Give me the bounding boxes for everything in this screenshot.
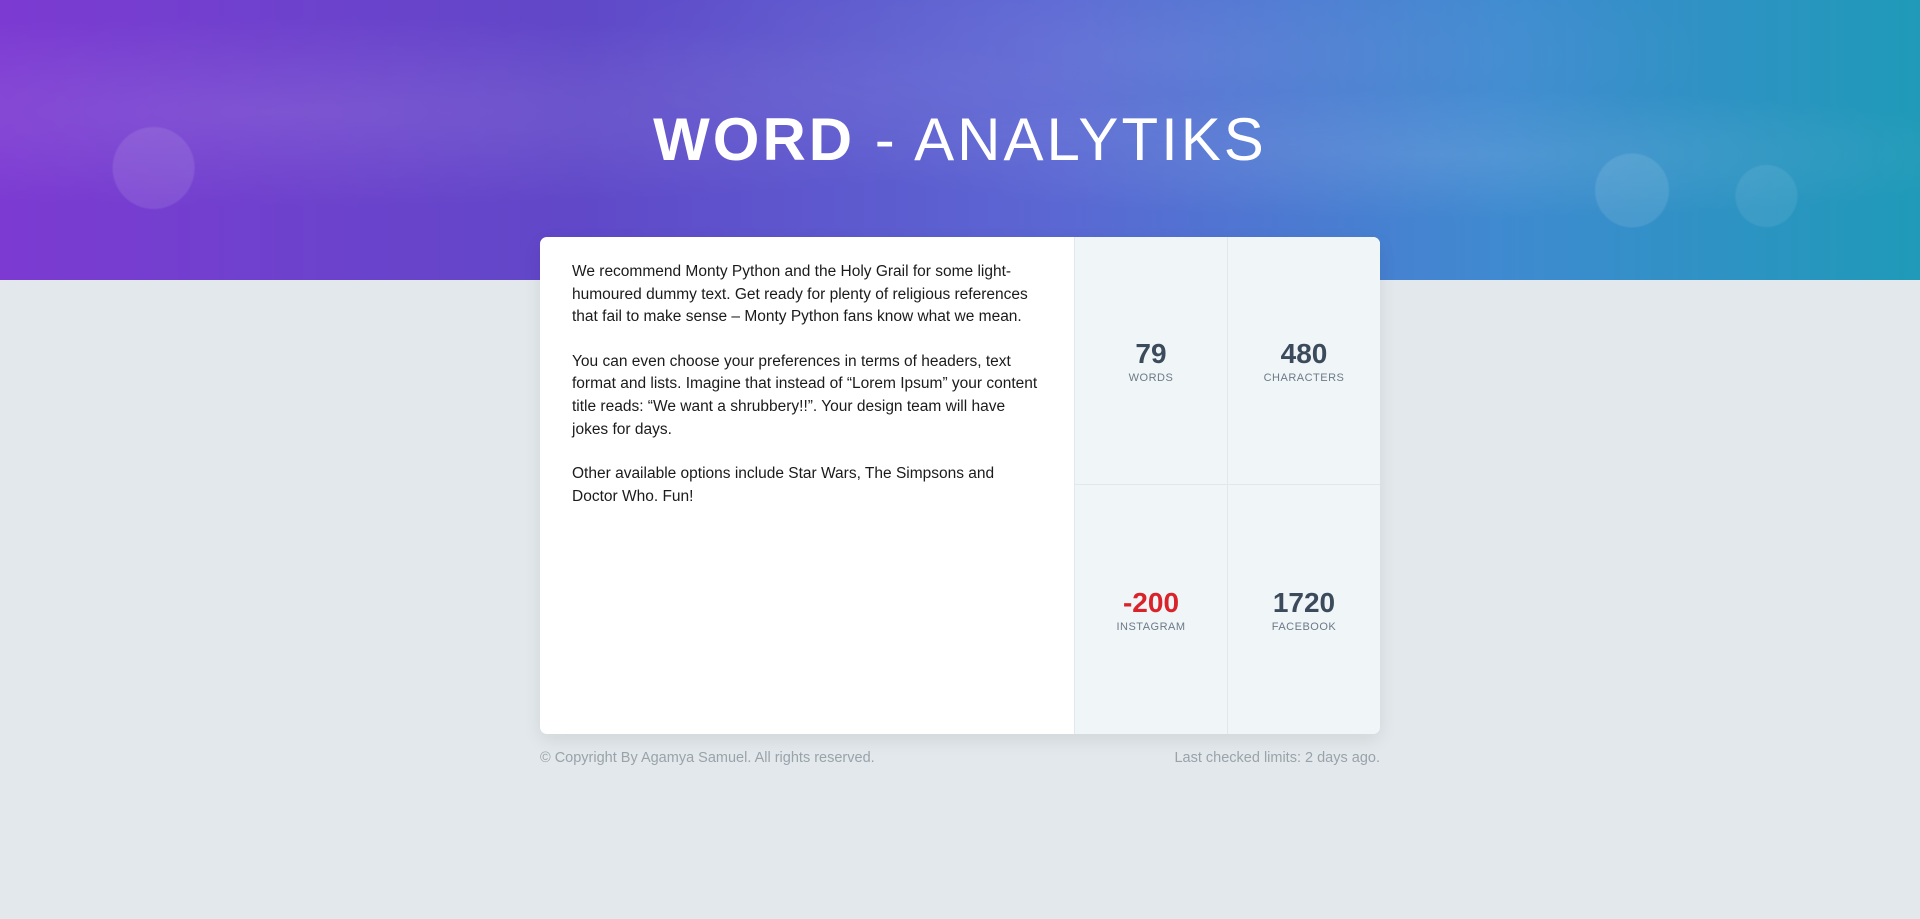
stat-value: 480 <box>1280 337 1328 369</box>
stat-label: FACEBOOK <box>1271 620 1337 633</box>
stat-characters: 480 CHARACTERS <box>1227 237 1380 485</box>
text-paragraph: You can even choose your preferences in … <box>572 352 1038 438</box>
stat-label: CHARACTERS <box>1263 371 1345 384</box>
stat-words: 79 WORDS <box>1074 237 1227 485</box>
text-paragraph: We recommend Monty Python and the Holy G… <box>572 263 1028 326</box>
stat-value: 79 <box>1135 337 1167 369</box>
copyright-text: © Copyright By Agamya Samuel. All rights… <box>540 750 875 766</box>
stat-label: WORDS <box>1128 371 1174 384</box>
stat-facebook: 1720 FACEBOOK <box>1227 485 1380 734</box>
title-bold: WORD <box>653 106 856 173</box>
stats-panel: 79 WORDS 480 CHARACTERS -200 INSTAGRAM 1… <box>1074 237 1380 734</box>
stat-label: INSTAGRAM <box>1116 620 1186 633</box>
footer: © Copyright By Agamya Samuel. All rights… <box>540 750 1380 766</box>
analysis-card: We recommend Monty Python and the Holy G… <box>540 237 1380 734</box>
stat-value: -200 <box>1122 586 1180 618</box>
last-checked-text: Last checked limits: 2 days ago. <box>1174 750 1380 766</box>
title-rest: - ANALYTIKS <box>855 106 1267 173</box>
text-paragraph: Other available options include Star War… <box>572 465 995 505</box>
stat-instagram: -200 INSTAGRAM <box>1074 485 1227 734</box>
stat-value: 1720 <box>1272 586 1336 618</box>
page-title: WORD - ANALYTIKS <box>0 105 1920 174</box>
text-input-area[interactable]: We recommend Monty Python and the Holy G… <box>540 237 1074 734</box>
